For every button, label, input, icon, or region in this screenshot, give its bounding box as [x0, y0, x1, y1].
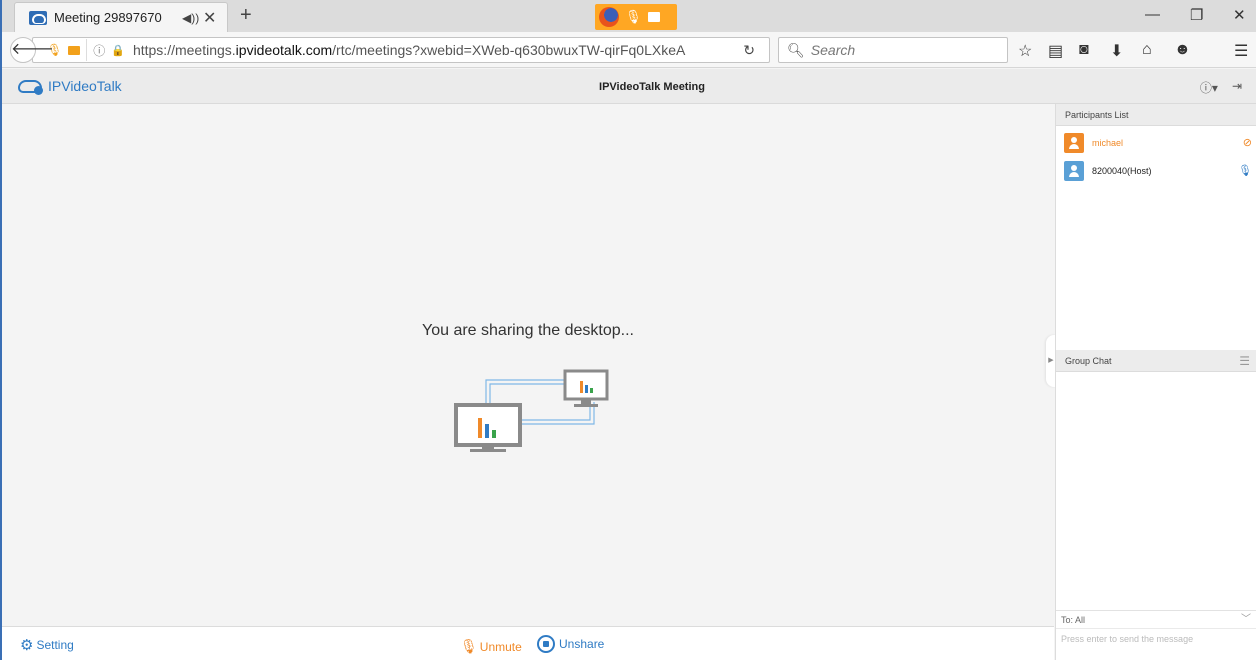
- search-icon: 🔍︎: [787, 41, 805, 58]
- ipvideotalk-favicon-icon: [29, 10, 47, 25]
- app-header: IPVideoTalk Meeting IPVideoTalk ⓘ▾ ⇥: [2, 69, 1256, 104]
- group-chat-header: Group Chat ☰: [1056, 350, 1256, 372]
- unmute-button[interactable]: 🎙 Unmute: [460, 638, 522, 655]
- chevron-down-icon: ﹀: [1241, 614, 1251, 625]
- participants-list: michael ⊘ 8200040(Host) 🎙: [1056, 126, 1256, 185]
- firefox-icon: [599, 7, 619, 27]
- back-button[interactable]: 🡐: [10, 37, 54, 63]
- setting-label: Setting: [36, 638, 74, 652]
- unshare-label: Unshare: [559, 637, 605, 651]
- participant-name: michael: [1092, 138, 1124, 148]
- reading-list-icon[interactable]: ▤: [1048, 41, 1063, 61]
- lock-icon[interactable]: 🔒: [111, 44, 125, 57]
- tab-title: Meeting 29897670: [54, 10, 162, 25]
- close-window-button[interactable]: ✕: [1233, 6, 1246, 24]
- home-icon[interactable]: ⌂: [1142, 41, 1152, 59]
- tab-strip: Meeting 29897670 ◀)) ✕ + 🎙 — ❐ ✕: [2, 0, 1256, 32]
- chat-recipient-value: To: All: [1061, 615, 1086, 625]
- address-bar[interactable]: 🎙 ⓘ 🔒 https://meetings.ipvideotalk.com/r…: [32, 37, 770, 63]
- menu-icon[interactable]: ☰: [1234, 41, 1248, 61]
- participant-item[interactable]: michael ⊘: [1056, 129, 1256, 157]
- unmute-label: Unmute: [479, 639, 522, 654]
- muted-microphone-icon: 🎙: [460, 638, 478, 654]
- screen-share-icon: [647, 12, 660, 22]
- url-text[interactable]: https://meetings.ipvideotalk.com/rtc/mee…: [133, 42, 685, 58]
- setting-button[interactable]: ⚙ Setting: [20, 636, 74, 654]
- microphone-icon[interactable]: 🎙: [1238, 164, 1252, 177]
- microphone-icon: 🎙: [625, 9, 642, 24]
- chat-recipient-select[interactable]: To: All ﹀: [1056, 611, 1256, 629]
- divider: [86, 39, 88, 61]
- navigation-bar: 🎙 ⓘ 🔒 https://meetings.ipvideotalk.com/r…: [2, 32, 1256, 68]
- download-icon[interactable]: ⬇: [1110, 41, 1123, 61]
- app-logo[interactable]: IPVideoTalk: [18, 78, 122, 95]
- unshare-button[interactable]: Unshare: [537, 635, 604, 653]
- participant-item[interactable]: 8200040(Host) 🎙: [1056, 157, 1256, 185]
- reload-icon[interactable]: ↻: [743, 42, 755, 59]
- info-menu-button[interactable]: ⓘ▾: [1200, 79, 1218, 96]
- caret-down-icon: ▾: [1211, 81, 1218, 95]
- gear-icon: ⚙: [20, 637, 34, 654]
- sharing-indicator[interactable]: 🎙: [595, 4, 677, 30]
- group-chat-title: Group Chat: [1065, 356, 1112, 366]
- browser-window: Meeting 29897670 ◀)) ✕ + 🎙 — ❐ ✕ 🎙 ⓘ 🔒 h…: [0, 0, 1256, 660]
- new-tab-button[interactable]: +: [240, 4, 252, 27]
- logo-text: IPVideoTalk: [48, 78, 122, 94]
- restore-button[interactable]: ❐: [1190, 6, 1203, 24]
- side-panel: Participants List michael ⊘ 8200040(Host…: [1055, 104, 1256, 660]
- speaker-icon[interactable]: ◀)): [182, 11, 199, 25]
- close-tab-icon[interactable]: ✕: [203, 8, 216, 28]
- pocket-icon[interactable]: ◙: [1079, 41, 1089, 59]
- meeting-title: IPVideoTalk Meeting: [599, 81, 705, 93]
- info-icon[interactable]: ⓘ: [93, 42, 105, 59]
- search-placeholder: Search: [810, 42, 856, 58]
- hello-chat-icon[interactable]: ☻: [1174, 41, 1191, 59]
- url-path: /rtc/meetings?xwebid=XWeb-q630bwuxTW-qir…: [332, 42, 686, 58]
- info-circle-icon: ⓘ: [1199, 81, 1212, 95]
- bottom-toolbar: ⚙ Setting 🎙 Unmute Unshare: [2, 626, 1054, 660]
- cloud-logo-icon: [18, 79, 43, 95]
- main-stage: You are sharing the desktop...: [2, 104, 1054, 626]
- url-prefix: https://meetings.: [132, 42, 236, 58]
- minimize-button[interactable]: —: [1145, 6, 1160, 23]
- participants-header: Participants List: [1056, 104, 1256, 126]
- chat-input-area: To: All ﹀ Press enter to send the messag…: [1056, 610, 1256, 660]
- sharing-status-message: You are sharing the desktop...: [422, 322, 634, 339]
- screen-indicator-icon[interactable]: [68, 45, 81, 55]
- url-domain: ipvideotalk.com: [235, 42, 333, 58]
- participant-name: 8200040(Host): [1092, 166, 1152, 176]
- desktop-sharing-illustration-icon: [454, 369, 609, 452]
- tab-meeting[interactable]: Meeting 29897670 ◀)) ✕: [14, 2, 228, 32]
- stop-share-icon: [537, 635, 555, 653]
- exit-meeting-icon[interactable]: ⇥: [1232, 79, 1242, 96]
- chat-menu-icon[interactable]: ☰: [1239, 350, 1250, 372]
- muted-microphone-icon[interactable]: ⊘: [1243, 136, 1252, 149]
- search-input[interactable]: 🔍︎ Search: [778, 37, 1008, 63]
- avatar: [1064, 133, 1084, 153]
- bookmark-star-icon[interactable]: ☆: [1018, 41, 1032, 61]
- avatar: [1064, 161, 1084, 181]
- chat-message-input[interactable]: Press enter to send the message: [1056, 629, 1256, 644]
- header-actions: ⓘ▾ ⇥: [1200, 79, 1242, 96]
